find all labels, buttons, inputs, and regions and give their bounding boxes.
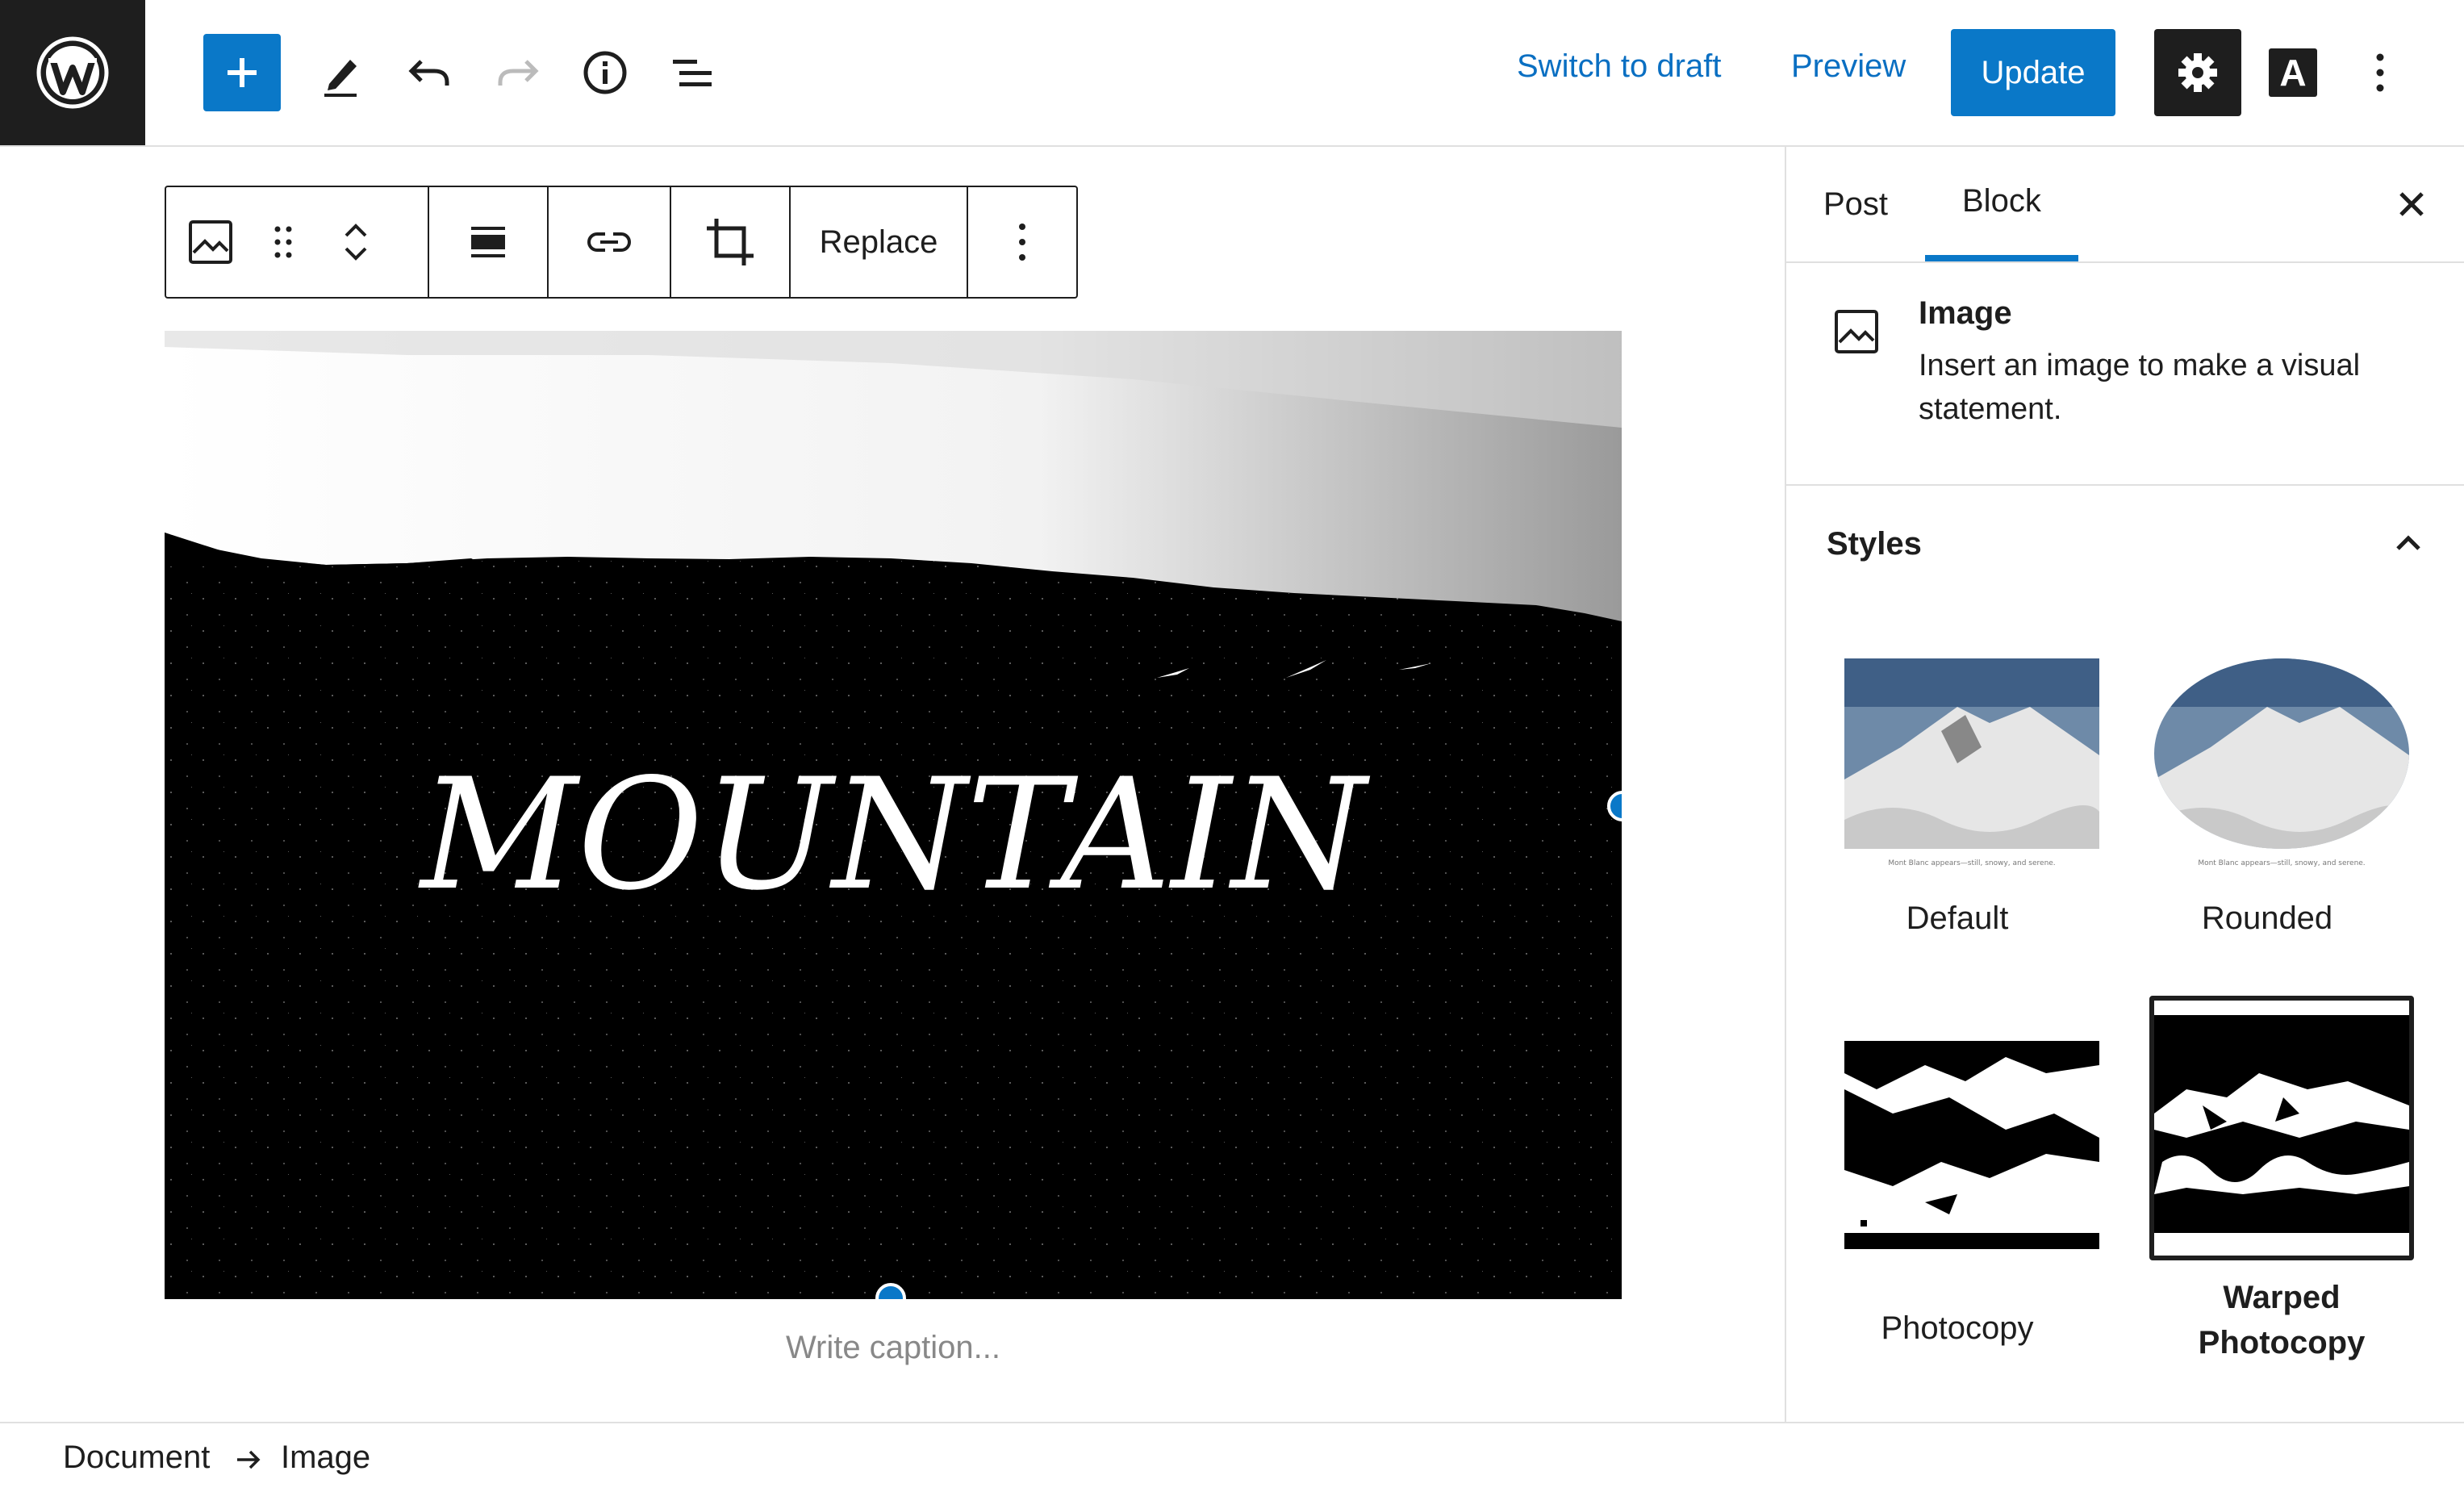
list-view-icon [673,60,712,86]
caption-input[interactable]: Write caption... [165,1330,1622,1366]
top-toolbar: Switch to draft Preview Update A [0,0,2464,147]
settings-button[interactable] [2154,29,2241,116]
plus-icon [228,58,257,87]
style-label: Default [1906,901,2009,936]
redo-icon [498,60,539,86]
link-icon [587,232,631,252]
align-group [429,187,549,297]
breadcrumb-document[interactable]: Document [63,1440,210,1476]
undo-icon [408,60,449,86]
block-mover-group [166,187,429,297]
breadcrumb: Document Image [0,1422,2464,1483]
thumb-caption: Mont Blanc appears—still, snowy, and ser… [1888,859,2055,867]
style-label: Rounded [2201,901,2333,936]
add-block-button[interactable] [203,34,281,111]
replace-button[interactable]: Replace [787,187,971,297]
replace-group: Replace [791,187,968,297]
crop-button[interactable] [704,187,757,297]
pencil-icon [324,60,357,97]
style-label: Photocopy [1881,1310,2034,1346]
close-icon [2399,192,2424,216]
wordpress-logo[interactable] [0,0,145,145]
details-button[interactable] [566,34,644,111]
chevron-up-icon [2396,535,2420,550]
undo-button[interactable] [390,34,468,111]
tab-block[interactable]: Block [1925,147,2078,261]
link-button[interactable] [586,187,633,297]
warped-photocopy-image: MOUNTAIN [165,331,1622,1299]
move-buttons [311,187,400,297]
more-options-group [968,187,1076,297]
drag-handle[interactable] [255,187,311,297]
style-preview-photocopy [1844,1041,2099,1251]
align-center-icon [471,227,505,257]
style-option-warped-photocopy[interactable]: Warped Photocopy [2149,996,2414,1496]
more-vertical-icon [2376,53,2384,92]
thumb-caption: Mont Blanc appears—still, snowy, and ser… [2198,859,2365,867]
settings-sidebar: Post Block Image Insert an image to make… [1785,147,2464,1422]
gear-icon [2178,53,2217,92]
block-type-button[interactable] [166,187,255,297]
style-preview-default: Mont Blanc appears—still, snowy, and ser… [1844,658,2099,867]
appearance-button[interactable]: A [2269,48,2317,97]
options-button[interactable] [2364,44,2396,102]
image-icon [189,220,232,264]
switch-to-draft-button[interactable]: Switch to draft [1517,48,1721,85]
close-sidebar-button[interactable] [2391,184,2432,224]
block-card-description: Insert an image to make a visual stateme… [1919,349,2361,426]
style-preview-warped-photocopy [2154,1015,2409,1251]
list-view-button[interactable] [654,34,731,111]
sidebar-tabs: Post Block [1786,147,2464,263]
crop-icon [707,219,754,265]
style-option-default[interactable]: Mont Blanc appears—still, snowy, and ser… [1844,658,2099,1094]
mountain-title-text: MOUNTAIN [418,746,1370,924]
preview-button[interactable]: Preview [1791,48,1906,85]
styles-panel-title[interactable]: Styles [1827,526,1922,562]
tab-post[interactable]: Post [1786,147,1925,261]
link-group [549,187,671,297]
style-preview-rounded: Mont Blanc appears—still, snowy, and ser… [2154,658,2409,867]
breadcrumb-image[interactable]: Image [281,1440,370,1476]
image-icon [1835,310,1878,353]
drag-handle-icon [274,226,292,258]
redo-button[interactable] [479,34,557,111]
image-block[interactable]: MOUNTAIN [165,331,1622,1299]
styles-toggle-button[interactable] [2388,523,2429,563]
selected-style-frame [2149,996,2414,1260]
crop-group [671,187,791,297]
block-toolbar: Replace [165,186,1078,299]
update-button[interactable]: Update [1951,29,2115,116]
style-label: Warped Photocopy [2198,1280,2366,1360]
arrow-right-icon [237,1450,261,1469]
more-vertical-icon [1019,224,1025,261]
block-card: Image Insert an image to make a visual s… [1786,263,2464,486]
block-card-title: Image [1919,295,2012,331]
block-options-button[interactable] [1017,187,1027,297]
move-down-icon[interactable] [341,242,370,266]
info-icon [583,51,627,94]
move-up-icon[interactable] [341,218,370,242]
align-button[interactable] [468,187,508,297]
wordpress-icon [36,36,109,109]
tools-button[interactable] [303,34,381,111]
